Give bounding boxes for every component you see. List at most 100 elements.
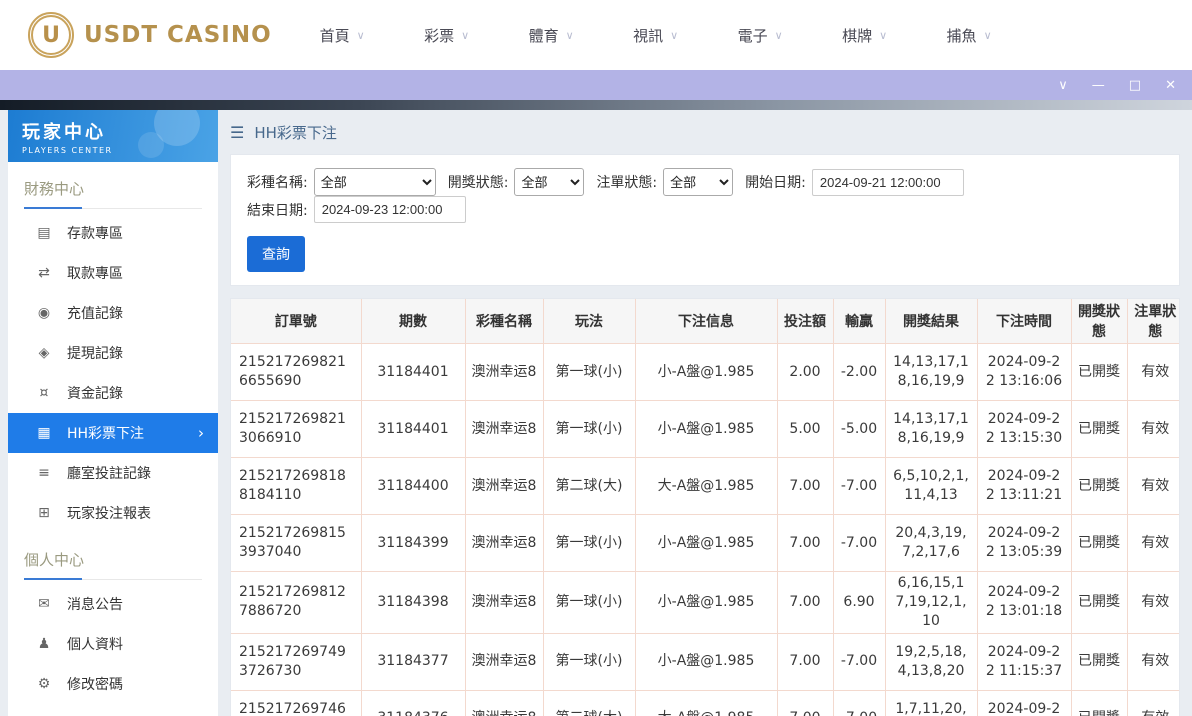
room-bet-record-icon: ≡	[38, 465, 50, 481]
logo-letter: U	[42, 22, 60, 48]
cell-bet_time: 2024-09-22 13:15:30	[976, 400, 1072, 458]
cell-win_loss: -7.00	[832, 457, 886, 515]
table-row: 2152172697493726730 31184377 澳洲幸运8 第一球(小) 小-…	[231, 632, 1179, 691]
search-button[interactable]: 查詢	[247, 236, 305, 272]
cell-lottery: 澳洲幸运8	[464, 400, 544, 458]
nav-item[interactable]: 電子 ∨	[738, 25, 783, 46]
sidebar-item-消息公告[interactable]: ✉ 消息公告	[8, 584, 218, 624]
cell-order_no: 2152172698127886720	[231, 571, 362, 634]
sidebar-item-提現記錄[interactable]: ◈ 提現記錄	[8, 333, 218, 373]
cell-draw_status: 已開獎	[1070, 457, 1128, 515]
chevron-down-icon[interactable]: ∨	[1058, 79, 1068, 92]
sidebar-item-充值記錄[interactable]: ◉ 充值記錄	[8, 293, 218, 333]
column-header-draw_status: 開獎狀態	[1070, 299, 1128, 344]
cell-order_status: 有效	[1126, 343, 1179, 401]
cell-bet_time: 2024-09-22 13:05:39	[976, 514, 1072, 572]
sidebar-item-label: 玩家投注報表	[67, 506, 151, 522]
nav-item[interactable]: 捕魚 ∨	[947, 25, 992, 46]
sidebar-item-玩家投注報表[interactable]: ⊞ 玩家投注報表	[8, 493, 218, 533]
cell-draw_status: 已開獎	[1070, 632, 1128, 691]
nav-item-label: 首頁	[319, 26, 350, 45]
table-body: 2152172698216655690 31184401 澳洲幸运8 第一球(小) 小-…	[231, 343, 1179, 716]
table-row: 2152172698213066910 31184401 澳洲幸运8 第一球(小) 小-…	[231, 400, 1179, 458]
column-header-bet_info: 下注信息	[634, 299, 778, 344]
sidebar-item-修改密碼[interactable]: ⚙ 修改密碼	[8, 664, 218, 704]
order-status-select[interactable]: 全部	[663, 168, 734, 196]
cell-bet_info: 小-A盤@1.985	[634, 632, 778, 691]
minimize-icon[interactable]: —	[1092, 79, 1105, 92]
table-row: 2152172698188184110 31184400 澳洲幸运8 第二球(大) 大-…	[231, 457, 1179, 515]
chevron-down-icon: ∨	[670, 28, 679, 42]
cell-bet_amount: 7.00	[776, 514, 834, 572]
column-header-lottery: 彩種名稱	[464, 299, 544, 344]
nav-item-label: 捕魚	[946, 26, 977, 45]
cell-bet_amount: 7.00	[776, 632, 834, 691]
top-gradient-strip	[0, 100, 1192, 110]
lottery-bet-icon: ▦	[37, 425, 51, 441]
nav-item-label: 彩票	[424, 26, 455, 45]
column-header-period: 期數	[360, 299, 466, 344]
recharge-record-icon: ◉	[37, 305, 51, 321]
chevron-right-icon: ›	[198, 424, 204, 442]
sidebar-item-取款專區[interactable]: ⇄ 取款專區	[8, 253, 218, 293]
cell-order_no: 2152172698216655690	[231, 343, 362, 401]
cell-order_no: 2152172697463511800	[231, 689, 362, 716]
lottery-name-select[interactable]: 全部	[313, 168, 436, 196]
cell-play: 第一球(小)	[542, 632, 636, 691]
start-date-input[interactable]	[811, 168, 964, 196]
bets-table: 訂單號 期數 彩種名稱 玩法 下注信息 投注額 輸贏 開獎結果 下注時間 開獎狀態 注單狀態 215…	[230, 298, 1180, 716]
draw-status-select[interactable]: 全部	[514, 168, 585, 196]
sidebar-section-label: 財務中心	[24, 178, 202, 209]
column-header-play: 玩法	[542, 299, 636, 344]
cell-lottery: 澳洲幸运8	[464, 514, 544, 572]
cell-order_status: 有效	[1126, 514, 1179, 572]
cell-lottery: 澳洲幸运8	[464, 632, 544, 691]
cell-bet_time: 2024-09-22 13:01:18	[976, 571, 1072, 634]
cell-bet_time: 2024-09-22 13:16:06	[976, 343, 1072, 401]
start-date-label: 開始日期:	[745, 175, 806, 191]
nav-item[interactable]: 首頁 ∨	[320, 25, 365, 46]
sidebar-item-label: 消息公告	[67, 597, 123, 613]
sidebar-item-HH彩票下注[interactable]: ▦ HH彩票下注 ›	[8, 413, 218, 453]
nav-item[interactable]: 視訊 ∨	[633, 25, 678, 46]
sidebar: 玩家中心 PLAYERS CENTER 財務中心 ▤ 存款專區 ⇄ 取款專區 ◉ 充值記錄 ◈…	[8, 110, 218, 716]
cell-bet_amount: 7.00	[776, 457, 834, 515]
deposit-icon: ▤	[37, 225, 51, 241]
breadcrumb: ☰ HH彩票下注	[230, 110, 1180, 154]
cell-order_no: 2152172698153937040	[231, 514, 362, 572]
main-panel: ☰ HH彩票下注 彩種名稱: 全部 開獎狀態: 全部 注單狀態: 全部 開始日期…	[218, 110, 1192, 716]
menu-toggle-icon[interactable]: ☰	[230, 123, 244, 142]
cell-bet_time: 2024-09-22 11:15:37	[976, 632, 1072, 691]
sidebar-item-個人資料[interactable]: ♟ 個人資料	[8, 624, 218, 664]
sidebar-item-存款專區[interactable]: ▤ 存款專區	[8, 213, 218, 253]
end-date-input[interactable]	[313, 196, 466, 223]
chevron-down-icon: ∨	[983, 28, 992, 42]
user-icon: ♟	[37, 636, 51, 652]
sidebar-item-廳室投註記錄[interactable]: ≡ 廳室投註記錄	[8, 453, 218, 493]
maximize-icon[interactable]: □	[1129, 79, 1141, 92]
nav-item[interactable]: 彩票 ∨	[424, 25, 469, 46]
nav-item[interactable]: 體育 ∨	[529, 25, 574, 46]
cell-order_no: 2152172698213066910	[231, 400, 362, 458]
cell-period: 31184377	[360, 632, 466, 691]
chevron-down-icon: ∨	[356, 28, 365, 42]
column-header-draw_result: 開獎結果	[884, 299, 978, 344]
logo[interactable]: U USDT CASINO	[28, 12, 272, 58]
nav-item[interactable]: 棋牌 ∨	[842, 25, 887, 46]
cell-draw_result: 19,2,5,18,4,13,8,20	[884, 632, 978, 691]
cell-period: 31184399	[360, 514, 466, 572]
sidebar-item-資金記錄[interactable]: ¤ 資金記錄	[8, 373, 218, 413]
close-icon[interactable]: ✕	[1165, 79, 1176, 92]
column-header-win_loss: 輸贏	[832, 299, 886, 344]
sidebar-header: 玩家中心 PLAYERS CENTER	[8, 110, 218, 162]
cell-draw_result: 6,5,10,2,1,11,4,13	[884, 457, 978, 515]
funds-record-icon: ¤	[39, 385, 49, 401]
cell-order_status: 有效	[1126, 632, 1179, 691]
gear-icon: ⚙	[37, 676, 51, 692]
cell-draw_result: 6,16,15,17,19,12,1,10	[884, 571, 978, 634]
cell-order_status: 有效	[1126, 689, 1179, 716]
sidebar-item-label: 廳室投註記錄	[67, 466, 151, 482]
sidebar-title: 玩家中心	[22, 122, 106, 143]
cell-draw_status: 已開獎	[1070, 343, 1128, 401]
filter-end-date: 結束日期:	[247, 196, 466, 223]
